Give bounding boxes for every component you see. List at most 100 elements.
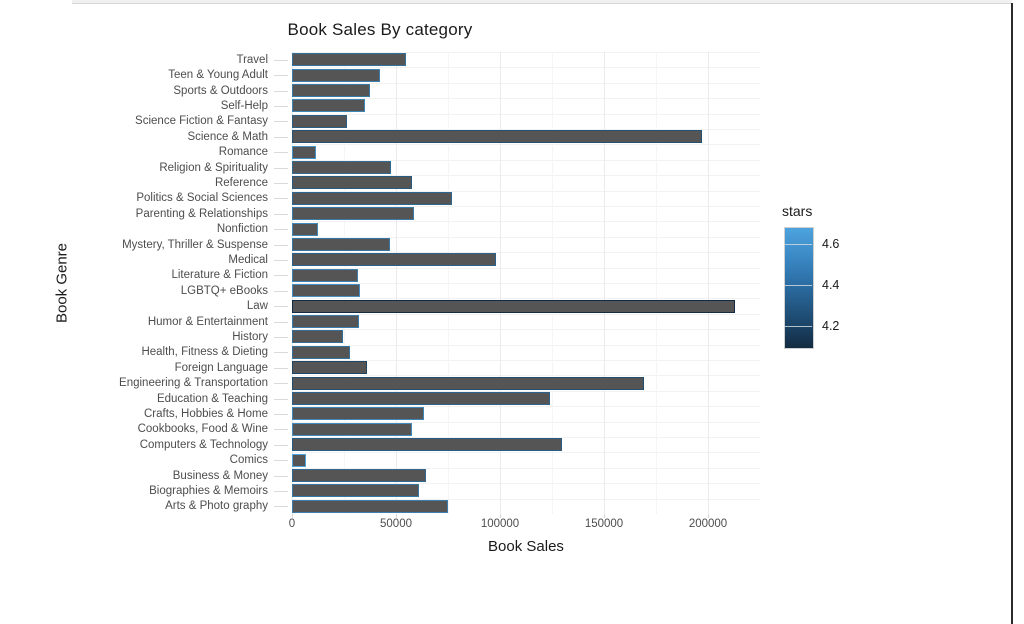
x-axis-tick-label: 0 xyxy=(288,518,296,530)
y-axis-tick-label: Business & Money xyxy=(172,469,268,482)
grid-line-horizontal xyxy=(292,221,760,223)
grid-line-horizontal xyxy=(292,283,760,284)
y-axis-tick-label: Self-Help xyxy=(220,99,268,112)
colorbar-tick-label: 4.6 xyxy=(822,236,840,251)
y-axis-tick-label: Law xyxy=(246,300,268,313)
bar xyxy=(292,284,360,298)
y-axis-tick-label: Foreign Language xyxy=(174,361,268,374)
x-axis-labels: 0 50000 100000 150000 200000 xyxy=(288,518,760,538)
chart-title: Book Sales By category xyxy=(287,20,473,39)
y-axis-tick-label: Sports & Outdoors xyxy=(173,84,268,97)
y-axis-tick-label: Engineering & Transportation xyxy=(119,377,268,390)
plot-panel xyxy=(292,52,760,514)
y-axis-tick-label: Science Fiction & Fantasy xyxy=(135,115,268,128)
bar xyxy=(292,145,316,159)
x-axis-tick-mark xyxy=(396,514,397,518)
bar xyxy=(292,499,448,513)
grid-line-horizontal xyxy=(292,267,760,269)
y-axis-tick-label: LGBTQ+ eBooks xyxy=(180,284,268,297)
y-axis-tick-mark xyxy=(274,336,288,338)
bar xyxy=(292,268,358,282)
y-axis-tick-mark xyxy=(274,167,288,169)
y-axis-tick-mark xyxy=(274,213,288,215)
y-axis-tick-mark xyxy=(274,460,288,462)
y-axis-tick-mark xyxy=(274,259,288,261)
y-axis-tick-mark xyxy=(274,490,288,492)
x-axis-tick-mark xyxy=(708,514,709,518)
bar xyxy=(292,392,550,405)
y-axis-tick-mark xyxy=(274,105,288,107)
bar xyxy=(292,99,365,113)
grid-line-horizontal xyxy=(292,344,760,346)
bar xyxy=(292,114,348,128)
bar xyxy=(292,68,381,82)
grid-line-horizontal xyxy=(292,113,760,115)
x-axis-tick-mark xyxy=(292,514,293,518)
y-axis-tick-mark xyxy=(274,398,288,400)
x-axis-tick-mark xyxy=(604,514,605,518)
y-axis-tick-mark xyxy=(274,229,288,231)
y-axis-tick-mark xyxy=(274,152,288,154)
y-axis-tick-label: Humor & Entertainment xyxy=(147,315,268,328)
screenshot-frame: Book Sales By category Travel Teen & Youn… xyxy=(0,0,1024,624)
legend-title: stars xyxy=(782,203,813,219)
colorbar-tick-mark xyxy=(784,243,812,245)
bar xyxy=(292,345,351,359)
y-axis-tick-mark xyxy=(274,475,288,477)
bar xyxy=(292,438,563,452)
grid-line-major xyxy=(708,52,709,514)
y-axis-tick-mark xyxy=(274,352,288,354)
y-axis-title: Book Genre xyxy=(53,242,71,324)
y-axis-tick-label: Teen & Young Adult xyxy=(168,69,268,82)
bar xyxy=(292,222,318,236)
y-axis-tick-label: Computers & Technology xyxy=(139,438,268,451)
y-axis-tick-mark xyxy=(274,182,288,184)
x-axis-tick-mark xyxy=(500,514,501,518)
bar xyxy=(292,469,427,482)
colorbar-gradient xyxy=(784,227,814,349)
grid-line-horizontal xyxy=(292,313,760,315)
x-axis-tick-label: 50000 xyxy=(380,518,412,530)
y-axis-tick-mark xyxy=(274,290,288,292)
y-axis-tick-mark xyxy=(274,506,288,508)
y-axis-tick-label: Medical xyxy=(228,253,268,266)
bar xyxy=(292,191,453,205)
x-axis-title: Book Sales xyxy=(488,538,564,555)
y-axis-tick-label: History xyxy=(232,330,268,343)
grid-line-horizontal xyxy=(292,329,760,331)
y-axis-tick-label: Health, Fitness & Dieting xyxy=(141,346,268,359)
bar xyxy=(292,207,414,221)
bar xyxy=(292,453,306,467)
y-axis-tick-label: Science & Math xyxy=(187,130,268,143)
bar xyxy=(292,238,390,251)
bar xyxy=(292,361,367,375)
y-axis-tick-label: Politics & Social Sciences xyxy=(136,192,268,205)
y-axis-tick-mark xyxy=(274,121,288,123)
y-axis-tick-label: Religion & Spirituality xyxy=(159,161,268,174)
y-axis-tick-mark xyxy=(274,136,288,138)
bar xyxy=(292,422,412,436)
y-axis-tick-mark xyxy=(274,244,288,246)
bar xyxy=(292,84,370,97)
y-axis-tick-label: Cookbooks, Food & Wine xyxy=(137,423,268,436)
bar xyxy=(292,53,407,67)
y-axis-tick-label: Nonfiction xyxy=(216,223,268,236)
y-axis-tick-mark xyxy=(274,90,288,92)
y-axis-tick-mark xyxy=(274,444,288,446)
bar xyxy=(292,330,343,344)
bar xyxy=(292,253,496,267)
y-axis-tick-label: Travel xyxy=(236,53,268,66)
y-axis-tick-mark xyxy=(274,413,288,415)
y-axis-tick-label: Romance xyxy=(218,146,268,159)
grid-line-major xyxy=(604,52,605,514)
bar xyxy=(292,407,425,421)
bar xyxy=(292,161,391,174)
bar xyxy=(292,376,644,390)
bar xyxy=(292,484,419,498)
bar xyxy=(292,299,736,313)
y-axis-tick-label: Parenting & Relationships xyxy=(135,207,268,220)
y-axis-tick-mark xyxy=(274,367,288,369)
grid-line-horizontal xyxy=(292,144,760,146)
colorbar-tick-label: 4.4 xyxy=(822,277,840,292)
y-axis-tick-label: Education & Teaching xyxy=(156,392,268,405)
